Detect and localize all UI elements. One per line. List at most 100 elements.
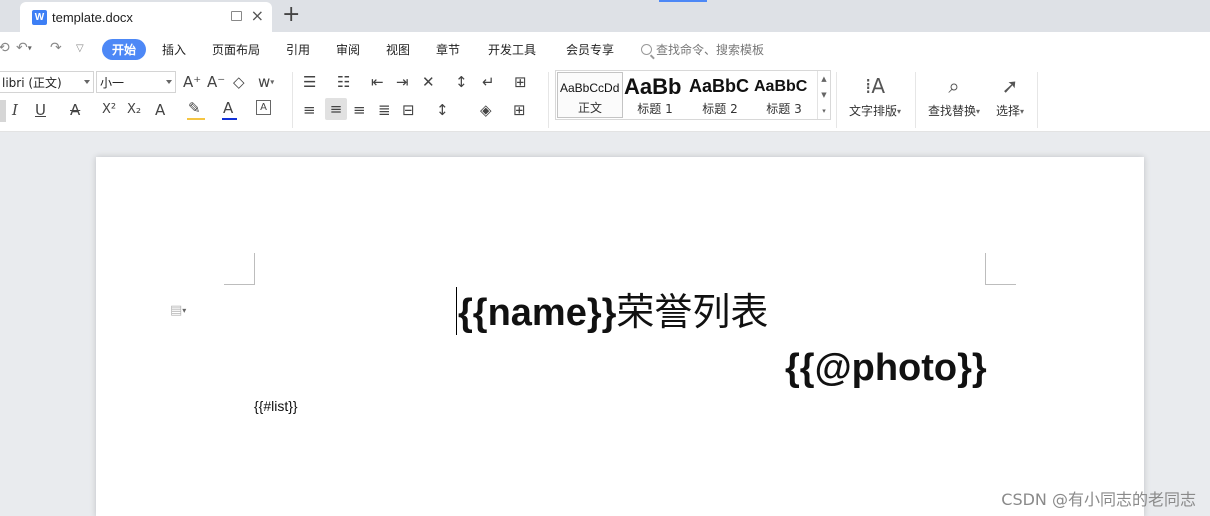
styles-scrollbar[interactable]: ▲ ▼ ▾ xyxy=(817,71,830,119)
grow-font-icon[interactable]: A⁺ xyxy=(183,73,201,91)
menu-tab-member[interactable]: 会员专享 xyxy=(566,41,614,58)
text-layout-icon: ⁞A xyxy=(864,74,886,98)
font-size-select[interactable]: 小一 xyxy=(96,71,176,93)
menu-tab-insert[interactable]: 插入 xyxy=(162,41,186,58)
watermark: CSDN @有小同志的老同志 xyxy=(1001,490,1196,509)
menu-tab-references[interactable]: 引用 xyxy=(286,41,310,58)
text-layout-button[interactable]: ⁞A 文字排版▾ xyxy=(846,72,904,119)
style-heading-1[interactable]: AaBb 标题 1 xyxy=(622,72,688,118)
font-size-value: 小一 xyxy=(100,75,125,90)
style-sample: AaBb xyxy=(624,74,682,99)
group-separator xyxy=(1037,72,1038,128)
redo-history-icon[interactable]: ⟲ xyxy=(0,40,10,56)
quick-access-dropdown-icon[interactable]: ▽ xyxy=(76,43,84,54)
find-replace-button[interactable]: ⌕ 查找替换▾ xyxy=(925,72,983,119)
strikethrough-icon[interactable]: A xyxy=(70,101,80,119)
menu-bar: ⟲ ↶▾ ↷ ▽ 开始 插入 页面布局 引用 审阅 视图 章节 开发工具 会员专… xyxy=(0,32,1210,66)
style-normal[interactable]: AaBbCcDd 正文 xyxy=(557,72,623,118)
tab-title: template.docx xyxy=(52,9,133,25)
redo-icon[interactable]: ↷ xyxy=(50,40,62,56)
list-placeholder: {{#list}} xyxy=(254,398,298,414)
new-tab-icon[interactable]: + xyxy=(282,2,300,28)
style-heading-2[interactable]: AaBbC 标题 2 xyxy=(687,72,753,118)
increase-indent-icon[interactable]: ⇥ xyxy=(396,73,409,91)
document-tab[interactable]: W template.docx × xyxy=(20,2,272,32)
character-border-icon[interactable]: A xyxy=(256,100,271,115)
tab-stops-icon[interactable]: ⊞ xyxy=(514,73,527,91)
font-name-select[interactable]: libri (正文) xyxy=(0,71,94,93)
menu-tab-home[interactable]: 开始 xyxy=(102,39,146,60)
menu-tab-review[interactable]: 审阅 xyxy=(336,41,360,58)
align-center-icon[interactable]: ≡ xyxy=(325,98,347,120)
style-sample: AaBbCcDd xyxy=(560,81,620,95)
align-right-icon[interactable]: ≡ xyxy=(353,101,366,119)
menu-tab-page-layout[interactable]: 页面布局 xyxy=(212,41,260,58)
active-window-indicator xyxy=(659,0,707,2)
style-name: 正文 xyxy=(577,101,602,115)
decrease-indent-icon[interactable]: ⇤ xyxy=(371,73,384,91)
subscript-icon[interactable]: X₂ xyxy=(127,101,141,119)
line-spacing-icon[interactable]: ↕ xyxy=(436,101,449,119)
shading-icon[interactable]: ◈ xyxy=(480,101,492,119)
highlight-icon[interactable]: ✎ xyxy=(188,99,201,117)
scroll-down-icon[interactable]: ▼ xyxy=(818,87,830,103)
clear-format-icon[interactable]: ◇ xyxy=(233,73,245,91)
style-sample: AaBbC xyxy=(754,78,808,95)
bold-button[interactable] xyxy=(0,100,6,122)
styles-expand-icon[interactable]: ▾ xyxy=(818,103,830,119)
select-button[interactable]: ➚ 选择▾ xyxy=(992,72,1028,119)
chinese-layout-icon[interactable]: ✕ xyxy=(422,73,435,91)
chevron-down-icon xyxy=(84,80,90,84)
text-effect-icon[interactable]: A xyxy=(155,101,165,119)
menu-tab-developer[interactable]: 开发工具 xyxy=(488,41,536,58)
font-color-bar xyxy=(222,118,237,120)
justify-icon[interactable]: ≣ xyxy=(378,101,391,119)
magnifier-icon: ⌕ xyxy=(948,74,960,98)
paragraph-menu-icon[interactable]: ▤▾ xyxy=(170,303,186,318)
name-placeholder: {{name}} xyxy=(458,292,617,334)
style-name: 标题 2 xyxy=(702,102,738,116)
photo-placeholder: {{@photo}} xyxy=(785,347,987,389)
tab-close-icon[interactable]: × xyxy=(251,7,264,25)
writer-logo-icon: W xyxy=(32,9,47,25)
phonetic-guide-icon[interactable]: w▾ xyxy=(258,73,274,92)
margin-corner-mark xyxy=(224,253,255,285)
ribbon-toolbar: libri (正文) 小一 A⁺ A⁻ ◇ w▾ I U A X² X₂ A ✎… xyxy=(0,66,1210,132)
font-name-value: libri (正文) xyxy=(2,75,62,90)
command-search-placeholder: 查找命令、搜索模板 xyxy=(656,43,765,57)
style-heading-3[interactable]: AaBbC 标题 3 xyxy=(752,72,816,118)
title-bar: W template.docx × + xyxy=(0,0,1210,32)
menu-tab-section[interactable]: 章节 xyxy=(436,41,460,58)
align-left-icon[interactable]: ≡ xyxy=(303,101,316,119)
chevron-down-icon xyxy=(166,80,172,84)
command-search[interactable]: 查找命令、搜索模板 xyxy=(641,41,764,58)
find-replace-label: 查找替换 xyxy=(927,104,976,118)
shrink-font-icon[interactable]: A⁻ xyxy=(207,73,225,91)
sort-icon[interactable]: ↕ xyxy=(455,73,468,91)
group-separator xyxy=(915,72,916,128)
show-marks-icon[interactable]: ↵ xyxy=(482,73,495,91)
group-separator xyxy=(292,72,293,128)
cursor-arrow-icon: ➚ xyxy=(1001,74,1019,98)
styles-gallery: AaBbCcDd 正文 AaBb 标题 1 AaBbC 标题 2 AaBbC 标… xyxy=(555,70,831,120)
group-separator xyxy=(548,72,549,128)
distribute-icon[interactable]: ⊟ xyxy=(402,101,415,119)
style-name: 标题 1 xyxy=(637,102,673,116)
superscript-icon[interactable]: X² xyxy=(102,101,116,119)
document-page[interactable]: ▤▾ {{name}}荣誉列表 {{@photo}} {{#list}} xyxy=(96,157,1144,516)
scroll-up-icon[interactable]: ▲ xyxy=(818,71,830,87)
borders-icon[interactable]: ⊞ xyxy=(513,101,526,119)
style-sample: AaBbC xyxy=(689,76,750,96)
bullet-list-icon[interactable]: ☰ xyxy=(303,73,316,91)
tab-float-icon[interactable] xyxy=(231,11,242,21)
underline-icon[interactable]: U xyxy=(35,101,46,119)
numbered-list-icon[interactable]: ☷ xyxy=(337,73,350,91)
italic-icon[interactable]: I xyxy=(12,101,18,119)
font-color-icon[interactable]: A xyxy=(223,99,233,117)
title-text: 荣誉列表 xyxy=(616,290,769,334)
document-title: {{name}}荣誉列表 xyxy=(458,289,768,336)
text-layout-label: 文字排版 xyxy=(848,104,897,118)
group-separator xyxy=(836,72,837,128)
undo-icon[interactable]: ↶▾ xyxy=(16,40,32,56)
menu-tab-view[interactable]: 视图 xyxy=(386,41,410,58)
